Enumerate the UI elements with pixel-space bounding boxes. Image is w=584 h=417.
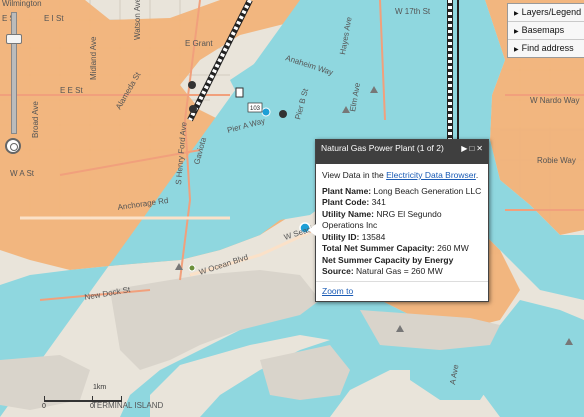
map-label: W Nardo Way [530, 96, 580, 105]
popup-footer: Zoom to [316, 280, 488, 301]
zoom-to-link[interactable]: Zoom to [322, 286, 353, 296]
plant-marker-dark[interactable] [188, 81, 196, 89]
expand-arrow-icon: ▶ [514, 11, 519, 17]
map-label: Broad Ave [31, 101, 40, 138]
map-label: E Grant [185, 39, 213, 48]
popup-pointer [308, 224, 316, 236]
layers-legend-label: Layers/Legend [521, 7, 582, 17]
map-tools-panel: ▶ Layers/Legend ▶ Basemaps ▶ Find address [507, 3, 584, 58]
layers-legend-button[interactable]: ▶ Layers/Legend [508, 4, 584, 22]
field-utility-name: Utility Name: NRG El Segundo Operations … [322, 208, 442, 231]
zoom-slider[interactable] [6, 12, 22, 134]
field-capacity-by-source: Net Summer Capacity by Energy Source: Na… [322, 254, 454, 277]
find-address-label: Find address [521, 43, 574, 53]
poi-marker[interactable] [188, 264, 196, 272]
view-data-suffix: . [475, 170, 479, 180]
find-address-button[interactable]: ▶ Find address [508, 40, 584, 57]
electricity-data-browser-link[interactable]: Electricity Data Browser [386, 170, 476, 180]
map-label: Watson Ave [133, 0, 142, 40]
route-shield-103: 103 [247, 102, 263, 113]
home-button[interactable] [5, 138, 21, 154]
plant-marker-dark[interactable] [279, 110, 287, 118]
scale-label-zero: 0 [90, 403, 94, 410]
expand-arrow-icon: ▶ [514, 29, 519, 35]
view-data-prefix: View Data in the [322, 170, 387, 180]
map-label: E E St [60, 86, 83, 95]
map-label: Midland Ave [89, 36, 98, 80]
field-total-capacity: Total Net Summer Capacity: 260 MW [322, 243, 469, 253]
view-data-line: View Data in the Electricity Data Browse… [322, 170, 482, 182]
field-plant-code: Plant Code: 341 [322, 197, 386, 207]
map-label: W A St [10, 169, 35, 178]
popup-body: View Data in the Electricity Data Browse… [316, 164, 488, 281]
map-canvas[interactable]: 103 Wilmington E I St E St E Grant Watso… [0, 0, 584, 417]
map-label: W 17th St [395, 7, 431, 16]
svg-text:103: 103 [250, 106, 261, 112]
map-label: E I St [44, 14, 64, 23]
scale-bar: 1km 0 0 [42, 384, 124, 410]
scale-label-left: 0 [42, 403, 46, 410]
zoom-handle[interactable] [6, 34, 22, 44]
plant-marker-dark[interactable] [189, 105, 197, 113]
building-icon [235, 87, 244, 98]
expand-arrow-icon: ▶ [514, 47, 519, 53]
map-label: Robie Way [537, 156, 576, 165]
close-icon[interactable]: ✕ [476, 144, 485, 153]
zoom-track[interactable] [11, 12, 17, 134]
info-popup: Natural Gas Power Plant (1 of 2) ▶□✕ Vie… [308, 139, 489, 302]
field-utility-id: Utility ID: 13584 [322, 231, 386, 242]
popup-title: Natural Gas Power Plant (1 of 2) [321, 143, 444, 153]
field-plant-name: Plant Name: Long Beach Generation LLC [322, 185, 482, 196]
popup-header: Natural Gas Power Plant (1 of 2) ▶□✕ [316, 140, 488, 164]
basemaps-button[interactable]: ▶ Basemaps [508, 22, 584, 40]
natural-gas-plant-marker[interactable] [261, 107, 271, 117]
basemaps-label: Basemaps [521, 25, 565, 35]
popup-controls: ▶□✕ [461, 143, 485, 154]
scale-label-km: 1km [93, 384, 107, 391]
map-label-wilmington: Wilmington [2, 0, 42, 8]
